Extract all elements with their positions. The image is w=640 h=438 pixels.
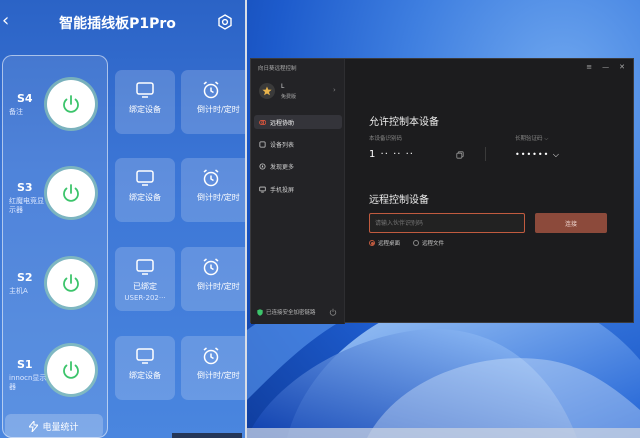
nav-device-list[interactable]: 设备列表 — [254, 137, 342, 151]
divider — [485, 147, 486, 161]
close-icon[interactable]: ✕ — [619, 63, 625, 71]
power-icon — [63, 361, 79, 379]
card-label: 倒计时/定时 — [197, 193, 240, 202]
socket-id: S1 — [17, 358, 33, 371]
socket-id: S4 — [17, 92, 33, 105]
power-toggle-button[interactable] — [47, 259, 95, 307]
socket-id: S2 — [17, 271, 33, 284]
socket-column: S4 备注 S3 红魔电竞显示器 S2 主机A S1 innocn显示器 — [2, 55, 108, 438]
menu-icon[interactable]: ≡ — [586, 63, 592, 71]
device-id-value: 1 ·· ·· ·· — [369, 149, 414, 160]
radio-unselected-icon — [413, 240, 419, 246]
partner-id-input[interactable] — [369, 213, 525, 233]
power-toggle-button[interactable] — [47, 169, 95, 217]
minimize-icon[interactable]: — — [602, 63, 609, 71]
socket-s2: S2 主机A — [3, 257, 109, 337]
alarm-clock-icon — [203, 169, 219, 187]
discover-icon — [259, 162, 266, 170]
socket-name: innocn显示器 — [9, 374, 47, 391]
card-label: 绑定设备 — [129, 105, 161, 114]
monitor-icon — [136, 170, 154, 186]
socket-name: 红魔电竞显示器 — [9, 197, 44, 214]
chevron-right-icon[interactable]: › — [333, 86, 336, 94]
remote-control-window: 向日葵远程控制 L 免费版 › 远程协助 设备列表 发现更多 手机投屏 已连接安… — [250, 58, 634, 324]
copy-icon[interactable] — [456, 151, 464, 159]
timer-card[interactable]: 倒计时/定时 — [181, 158, 245, 222]
radio-selected-icon — [369, 240, 375, 246]
allow-control-heading: 允许控制本设备 — [369, 117, 439, 128]
socket-s1: S1 innocn显示器 — [3, 344, 109, 424]
card-label: 绑定设备 — [129, 371, 161, 380]
alarm-clock-icon — [203, 258, 219, 276]
nav-label: 发现更多 — [270, 163, 295, 171]
card-label: 倒计时/定时 — [197, 282, 240, 291]
alarm-clock-icon — [203, 347, 219, 365]
window-title: 向日葵远程控制 — [258, 66, 297, 72]
phone-overlay-bar — [172, 433, 242, 438]
star-icon — [262, 86, 272, 96]
socket-name: 备注 — [9, 108, 23, 116]
window-controls: ≡ — ✕ — [586, 63, 625, 71]
alarm-clock-icon — [203, 81, 219, 99]
phone-app-panel: ‹ 智能插线板P1Pro S4 备注 S3 红魔电竞显示器 S2 主机A S1 … — [0, 0, 245, 438]
taskbar — [247, 428, 640, 438]
radio-remote-file[interactable]: 远程文件 — [413, 239, 444, 247]
avatar[interactable] — [259, 83, 275, 99]
page-title: 智能插线板P1Pro — [59, 16, 176, 32]
user-level: 免费版 — [281, 94, 297, 100]
power-icon[interactable] — [329, 308, 337, 316]
password-value[interactable]: •••••• ⌵ — [515, 150, 560, 160]
socket-id: S3 — [17, 181, 33, 194]
socket-s4: S4 备注 — [3, 78, 109, 158]
nav-label: 远程协助 — [270, 119, 295, 127]
remote-assist-icon — [259, 119, 266, 125]
power-stats-label: 电量统计 — [42, 422, 79, 433]
card-label: 绑定设备 — [129, 193, 161, 202]
user-name: L — [281, 83, 285, 90]
timer-card[interactable]: 倒计时/定时 — [181, 247, 245, 311]
nav-label: 设备列表 — [270, 141, 295, 149]
radio-label: 远程桌面 — [378, 241, 401, 247]
bound-device-name: USER-202··· — [124, 294, 166, 302]
gear-icon[interactable] — [217, 14, 233, 30]
monitor-icon — [136, 348, 154, 364]
power-icon — [63, 95, 79, 113]
nav-discover[interactable]: 发现更多 — [254, 159, 342, 173]
power-stats-button[interactable]: 电量统计 — [5, 414, 103, 438]
bind-device-card[interactable]: 绑定设备 — [115, 70, 175, 134]
timer-card[interactable]: 倒计时/定时 — [181, 336, 245, 400]
bound-device-card[interactable]: 已绑定 USER-202··· — [115, 247, 175, 311]
bind-device-card[interactable]: 绑定设备 — [115, 336, 175, 400]
nav-phone-mirror[interactable]: 手机投屏 — [254, 182, 342, 196]
power-icon — [63, 274, 79, 292]
monitor-icon — [136, 259, 154, 275]
timer-card[interactable]: 倒计时/定时 — [181, 70, 245, 134]
card-label: 已绑定 — [133, 282, 157, 291]
radio-remote-desktop[interactable]: 远程桌面 — [369, 239, 400, 247]
nav-remote-assist[interactable]: 远程协助 — [254, 115, 342, 129]
power-toggle-button[interactable] — [47, 80, 95, 128]
nav-label: 手机投屏 — [270, 186, 295, 194]
connect-button[interactable]: 连接 — [535, 213, 607, 233]
secure-link-status: 已连接安全加密链路 — [257, 308, 316, 316]
socket-s3: S3 红魔电竞显示器 — [3, 167, 109, 247]
card-label: 倒计时/定时 — [197, 371, 240, 380]
socket-name: 主机A — [9, 287, 28, 295]
window-sidebar: 向日葵远程控制 L 免费版 › 远程协助 设备列表 发现更多 手机投屏 已连接安… — [251, 59, 345, 324]
lightning-icon — [29, 420, 39, 432]
power-icon — [63, 184, 79, 202]
bind-device-card[interactable]: 绑定设备 — [115, 158, 175, 222]
radio-label: 远程文件 — [422, 241, 445, 247]
card-label: 倒计时/定时 — [197, 105, 240, 114]
password-type-dropdown[interactable]: 长期验证码 ⌵ — [515, 134, 548, 143]
remote-control-heading: 远程控制设备 — [369, 195, 429, 206]
device-id-label: 本设备识别码 — [369, 136, 403, 142]
screen-cast-icon — [259, 186, 266, 193]
power-toggle-button[interactable] — [47, 346, 95, 394]
device-list-icon — [259, 140, 266, 148]
shield-icon — [257, 308, 263, 316]
monitor-icon — [136, 82, 154, 98]
secure-link-label: 已连接安全加密链路 — [266, 310, 316, 316]
